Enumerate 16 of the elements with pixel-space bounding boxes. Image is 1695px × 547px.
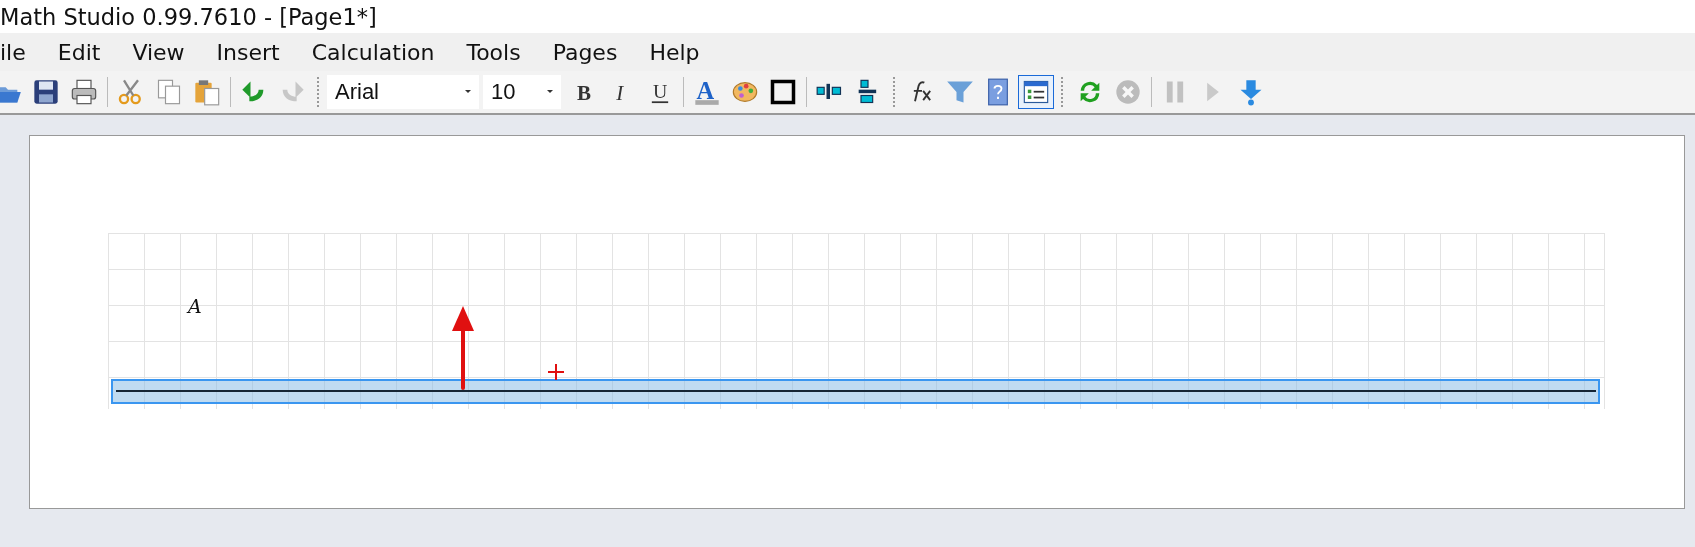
- menu-item[interactable]: Edit: [41, 39, 117, 65]
- font-size-select[interactable]: 10: [483, 75, 561, 109]
- caret-icon: [465, 90, 471, 94]
- list-icon[interactable]: [1018, 75, 1054, 109]
- caret-icon: [547, 90, 553, 94]
- window-title: Math Studio 0.99.7610 - [Page1*]: [0, 3, 377, 30]
- menu-item[interactable]: Pages: [536, 39, 634, 65]
- menu-item[interactable]: Help: [633, 39, 716, 65]
- point-label: A: [188, 295, 202, 317]
- menu-item[interactable]: ile: [0, 39, 42, 65]
- menu-item[interactable]: Tools: [450, 39, 537, 65]
- menu-item[interactable]: Insert: [200, 39, 296, 65]
- menu-item[interactable]: View: [116, 39, 201, 65]
- menu-item[interactable]: Calculation: [295, 39, 451, 65]
- font-select[interactable]: Arial: [327, 75, 479, 109]
- point-marker: [548, 364, 564, 380]
